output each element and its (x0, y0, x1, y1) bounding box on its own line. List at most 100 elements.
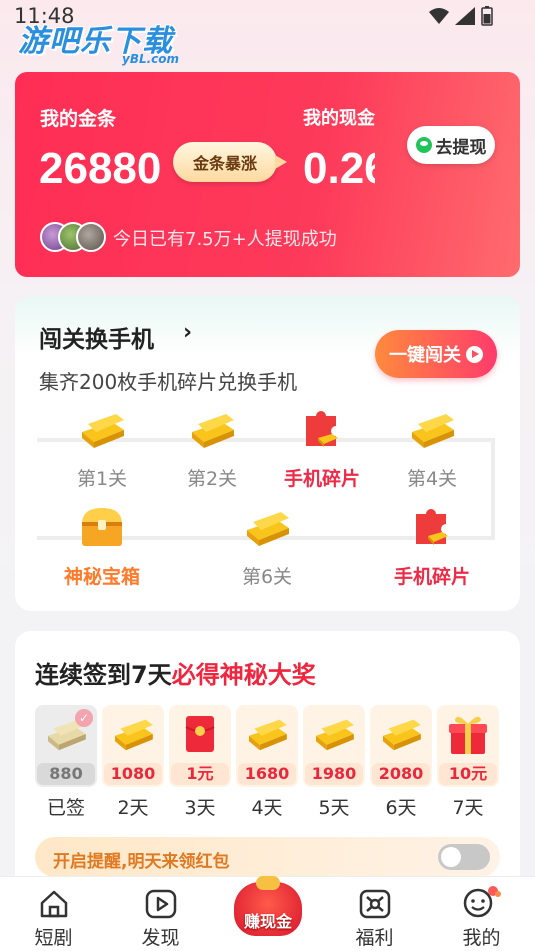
phone-fragment-icon (267, 406, 377, 450)
signin-amount: 2080 (372, 763, 430, 785)
gold-bar-icon (212, 504, 322, 548)
withdraw-proof-text: 今日已有7.5万+人提现成功 (113, 229, 337, 250)
play-circle-icon (466, 345, 483, 363)
level-1[interactable]: 第1关 (47, 406, 157, 491)
gold-bar-icon (236, 705, 298, 763)
track-line (491, 438, 495, 540)
welfare-icon (321, 877, 428, 919)
gold-bar-icon (47, 406, 157, 450)
gold-bar-icon (377, 406, 487, 450)
gold-surge-badge: 金条暴涨 (173, 142, 287, 182)
signin-day-box: ✓ 880 (35, 705, 97, 787)
nav-label: 我的 (462, 927, 501, 949)
signin-day-3[interactable]: 1元 3天 (169, 705, 231, 820)
wifi-icon (429, 8, 449, 24)
wechat-icon (415, 137, 432, 153)
one-click-challenge-button[interactable]: 一键闯关 (375, 330, 497, 378)
home-icon (0, 877, 107, 919)
chevron-right-icon[interactable]: › (183, 320, 192, 345)
signin-title: 连续签到7天必得神秘大奖 (35, 655, 316, 690)
nav-label: 发现 (141, 927, 180, 949)
gold-bar-icon (303, 705, 365, 763)
gold-bar-icon (102, 705, 164, 763)
level-3[interactable]: 手机碎片 (267, 406, 377, 491)
level-5[interactable]: 神秘宝箱 (47, 504, 157, 589)
signin-day-box: 1980 (303, 705, 365, 787)
level-label: 第1关 (76, 468, 128, 490)
signin-day-label: 7天 (452, 797, 484, 819)
challenge-title[interactable]: 闯关换手机 (39, 320, 154, 354)
reminder-toggle[interactable] (438, 844, 490, 870)
watermark-sub: yBL.com (122, 52, 180, 66)
status-icons (429, 6, 493, 26)
signin-amount: 10元 (439, 763, 497, 785)
challenge-subtitle: 集齐200枚手机碎片兑换手机 (39, 370, 298, 394)
wallet-card: 我的金条 26880 金条暴涨 我的现金 0.26 去提现 今日已有7.5万+人… (15, 72, 520, 277)
nav-item-shorts[interactable]: 短剧 (0, 877, 107, 951)
signin-day-7[interactable]: 10元 7天 (437, 705, 499, 820)
level-4[interactable]: 第4关 (377, 406, 487, 491)
earn-cash-button[interactable]: 赚现金 (230, 876, 306, 938)
gold-bar-icon (370, 705, 432, 763)
signin-day-box: 1080 (102, 705, 164, 787)
level-7[interactable]: 手机碎片 (377, 504, 487, 589)
level-label: 手机碎片 (393, 566, 470, 588)
avatar (76, 222, 106, 252)
challenge-button-label: 一键闯关 (389, 345, 461, 366)
treasure-chest-icon (47, 504, 157, 548)
profile-icon (428, 877, 535, 919)
signin-title-prefix: 连续签到7天 (35, 661, 172, 689)
signin-day-1[interactable]: ✓ 880 已签 (35, 705, 97, 820)
signal-icon (455, 7, 475, 25)
nav-label: 短剧 (34, 927, 73, 949)
check-icon: ✓ (75, 709, 93, 727)
gift-box-icon (437, 705, 499, 763)
challenge-card: 闯关换手机 › 集齐200枚手机碎片兑换手机 一键闯关 第1关 第2关 手机碎片… (15, 296, 520, 611)
signin-day-2[interactable]: 1080 2天 (102, 705, 164, 820)
signin-amount: 1980 (305, 763, 363, 785)
signin-day-box: 1680 (236, 705, 298, 787)
signin-amount: 1080 (104, 763, 162, 785)
nav-item-discover[interactable]: 发现 (107, 877, 214, 951)
cash-value: 0.26 (303, 144, 375, 193)
signin-card: 连续签到7天必得神秘大奖 ✓ 880 已签 1080 2天 1元 3天 1680… (15, 631, 520, 891)
signin-day-box: 10元 (437, 705, 499, 787)
signin-day-label: 已签 (46, 797, 85, 819)
signin-amount: 1680 (238, 763, 296, 785)
signin-day-6[interactable]: 2080 6天 (370, 705, 432, 820)
signin-amount: 880 (37, 763, 95, 785)
gold-bar-icon (157, 406, 267, 450)
level-2[interactable]: 第2关 (157, 406, 267, 491)
reminder-text: 开启提醒,明天来领红包 (53, 852, 230, 872)
level-label: 手机碎片 (283, 468, 360, 490)
phone-fragment-icon (377, 504, 487, 548)
play-icon (107, 877, 214, 919)
nav-item-welfare[interactable]: 福利 (321, 877, 428, 951)
watermark-logo: 游吧乐下载 yBL.com (18, 16, 179, 66)
gold-label: 我的金条 (40, 108, 117, 130)
signin-title-highlight: 必得神秘大奖 (171, 661, 316, 689)
red-envelope-icon (169, 705, 231, 763)
money-bag-knot (256, 876, 280, 890)
user-avatars (40, 222, 106, 252)
signin-day-label: 2天 (117, 797, 149, 819)
signin-day-label: 6天 (385, 797, 417, 819)
cash-label: 我的现金 (303, 108, 375, 129)
level-label: 第2关 (186, 468, 238, 490)
nav-label: 福利 (355, 927, 394, 949)
signin-day-label: 4天 (251, 797, 283, 819)
level-label: 神秘宝箱 (63, 566, 140, 588)
battery-icon (481, 6, 493, 26)
signin-day-5[interactable]: 1980 5天 (303, 705, 365, 820)
withdraw-button[interactable]: 去提现 (407, 126, 495, 164)
signin-day-4[interactable]: 1680 4天 (236, 705, 298, 820)
signin-day-box: 2080 (370, 705, 432, 787)
signin-amount: 1元 (171, 763, 229, 785)
signin-day-label: 3天 (184, 797, 216, 819)
level-6[interactable]: 第6关 (212, 504, 322, 589)
nav-item-mine[interactable]: 我的 (428, 877, 535, 951)
withdraw-label: 去提现 (435, 137, 487, 158)
gold-value: 26880 (39, 144, 162, 193)
reminder-bar: 开启提醒,明天来领红包 (35, 837, 500, 877)
level-label: 第4关 (406, 468, 458, 490)
